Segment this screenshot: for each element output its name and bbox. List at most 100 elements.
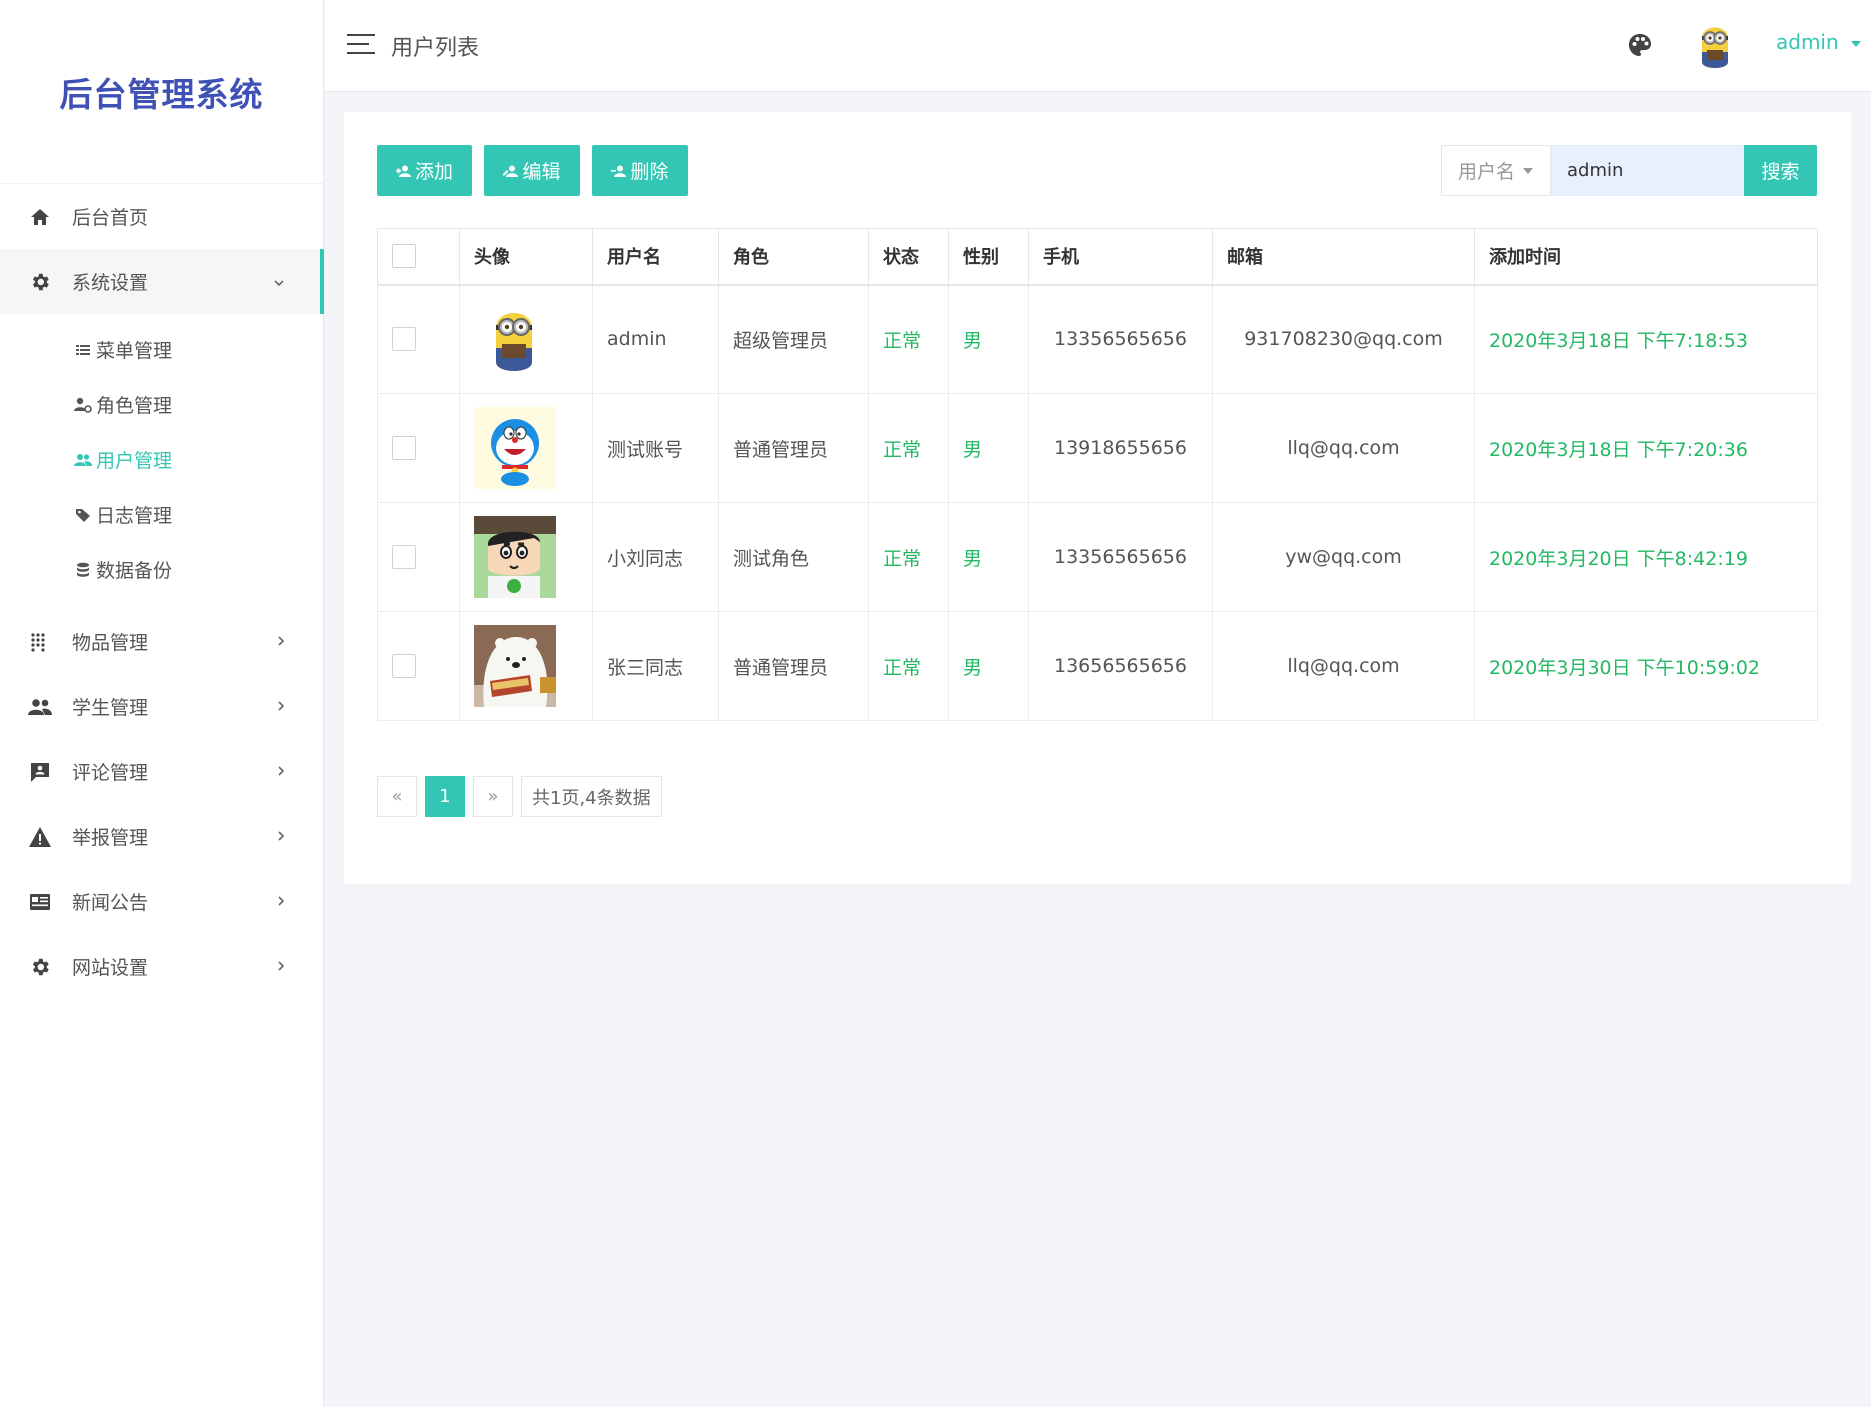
table-row[interactable]: 张三同志 普通管理员 正常 男 13656565656 llq@qq.com 2… [377,611,1818,721]
username-cell: admin [592,284,719,394]
next-page-button[interactable]: » [473,776,513,817]
sidebar-item-label: 举报管理 [72,827,149,849]
table-row[interactable]: 测试账号 普通管理员 正常 男 13918655656 llq@qq.com 2… [377,393,1818,503]
people-icon [28,695,52,719]
user-avatar[interactable] [1693,20,1737,72]
sidebar-item-label: 系统设置 [72,272,149,294]
search-input[interactable] [1551,145,1744,196]
table-row[interactable]: admin 超级管理员 正常 男 13356565656 931708230@q… [377,284,1818,394]
gender-cell: 男 [948,393,1029,503]
created-cell: 2020年3月30日 下午10:59:02 [1474,611,1818,721]
add-user-button[interactable]: 添加 [377,145,472,196]
sidebar-item-menu-management[interactable]: 菜单管理 [0,322,323,377]
user-menu[interactable]: admin [1776,30,1862,54]
chevron-right-icon [277,827,285,846]
row-checkbox[interactable] [392,327,416,352]
menu-toggle-icon[interactable] [347,34,375,56]
created-cell: 2020年3月18日 下午7:18:53 [1474,284,1818,394]
sidebar: 后台管理系统 后台首页 系统设置 菜单管理 角色管理 用户管理 日志管理 数据备… [0,0,324,1407]
page-1-button[interactable]: 1 [425,776,465,817]
avatar-doraemon [474,407,556,489]
sidebar-item-label: 物品管理 [72,632,149,654]
status-cell: 正常 [868,393,949,503]
row-checkbox[interactable] [392,545,416,569]
column-header-created: 添加时间 [1474,228,1818,286]
sidebar-item-label: 菜单管理 [96,340,173,362]
prev-page-button[interactable]: « [377,776,417,817]
user-list-card: 添加 编辑 删除 用户名 搜索 头像 用户名 角色 状态 性别 手机 邮箱 添 [344,112,1851,884]
avatar-cell [459,284,593,394]
grid-dots-icon [28,630,52,654]
search-field-label: 用户名 [1458,161,1516,183]
column-header-email: 邮箱 [1212,228,1475,286]
created-cell: 2020年3月20日 下午8:42:19 [1474,502,1818,612]
chevron-right-icon [277,957,285,976]
avatar-minion [474,298,556,381]
sidebar-item-student-management[interactable]: 学生管理 [0,674,323,739]
pagination-info: 共1页,4条数据 [521,776,662,817]
sidebar-item-comment-management[interactable]: 评论管理 [0,739,323,804]
sidebar-item-home[interactable]: 后台首页 [0,184,323,249]
gender-cell: 男 [948,611,1029,721]
user-minus-icon [611,165,627,177]
row-checkbox[interactable] [392,436,416,460]
sidebar-item-user-management[interactable]: 用户管理 [0,432,323,487]
palette-icon[interactable] [1627,32,1653,58]
caret-down-icon [1851,40,1862,47]
role-cell: 测试角色 [718,502,869,612]
sidebar-item-goods-management[interactable]: 物品管理 [0,609,323,674]
submenu-system-settings: 菜单管理 角色管理 用户管理 日志管理 数据备份 [0,314,323,609]
sidebar-item-label: 网站设置 [72,957,149,979]
column-header-username: 用户名 [592,228,719,286]
chevron-right-icon [277,762,285,781]
search-field-select[interactable]: 用户名 [1441,145,1551,196]
caret-down-icon [1523,167,1534,174]
username-cell: 测试账号 [592,393,719,503]
column-header-status: 状态 [868,228,949,286]
user-cog-icon [74,396,92,414]
sidebar-item-system-settings[interactable]: 系统设置 [0,249,324,314]
sidebar-menu: 后台首页 系统设置 菜单管理 角色管理 用户管理 日志管理 数据备份 物品管理 … [0,184,324,999]
edit-user-button[interactable]: 编辑 [484,145,580,196]
database-icon [74,561,92,579]
row-checkbox[interactable] [392,654,416,678]
email-cell: yw@qq.com [1212,502,1475,612]
avatar-cell [459,393,593,503]
list-icon [74,341,92,359]
sidebar-item-label: 日志管理 [96,505,173,527]
delete-user-button[interactable]: 删除 [592,145,688,196]
column-header-avatar: 头像 [459,228,593,286]
comment-icon [28,760,52,784]
sidebar-item-report-management[interactable]: 举报管理 [0,804,323,869]
chevron-down-icon [273,272,285,291]
select-all-checkbox[interactable] [392,244,416,269]
search-button[interactable]: 搜索 [1744,145,1817,196]
user-table: 头像 用户名 角色 状态 性别 手机 邮箱 添加时间 admin 超级管理员 正… [377,228,1818,721]
status-cell: 正常 [868,611,949,721]
sidebar-item-log-management[interactable]: 日志管理 [0,487,323,542]
sidebar-item-news[interactable]: 新闻公告 [0,869,323,934]
column-header-phone: 手机 [1028,228,1213,286]
sidebar-item-label: 评论管理 [72,762,149,784]
sidebar-item-label: 角色管理 [96,395,173,417]
sidebar-item-label: 用户管理 [96,450,173,472]
sidebar-item-label: 新闻公告 [72,892,149,914]
sidebar-item-data-backup[interactable]: 数据备份 [0,542,323,597]
phone-cell: 13356565656 [1028,284,1213,394]
column-header-role: 角色 [718,228,869,286]
table-row[interactable]: 小刘同志 测试角色 正常 男 13356565656 yw@qq.com 202… [377,502,1818,612]
logo: 后台管理系统 [0,0,323,184]
role-cell: 普通管理员 [718,393,869,503]
sidebar-item-role-management[interactable]: 角色管理 [0,377,323,432]
sidebar-item-site-settings[interactable]: 网站设置 [0,934,323,999]
email-cell: llq@qq.com [1212,393,1475,503]
chevron-right-icon [277,632,285,651]
created-cell: 2020年3月18日 下午7:20:36 [1474,393,1818,503]
username-cell: 小刘同志 [592,502,719,612]
tag-icon [74,506,92,524]
add-user-label: 添加 [414,162,453,183]
select-all-cell [377,228,460,286]
edit-user-label: 编辑 [522,162,561,183]
phone-cell: 13918655656 [1028,393,1213,503]
role-cell: 超级管理员 [718,284,869,394]
